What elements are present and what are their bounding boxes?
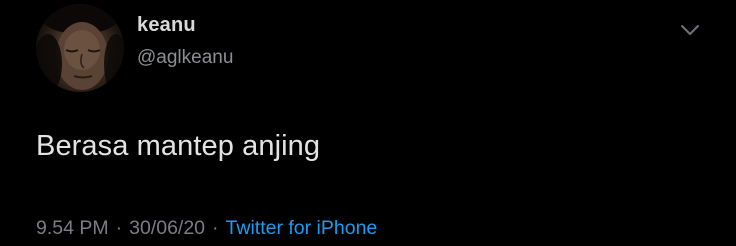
separator: · [115, 217, 123, 239]
avatar[interactable] [36, 4, 124, 92]
chevron-down-icon[interactable] [676, 18, 704, 42]
avatar-image [36, 4, 124, 92]
tweet-date[interactable]: 30/06/20 [129, 217, 205, 239]
separator: · [212, 217, 219, 239]
tweet-metadata: 9.54 PM · 30/06/20 · Twitter for iPhone [36, 217, 377, 240]
display-name[interactable]: keanu [137, 14, 196, 37]
tweet-card: keanu @aglkeanu Berasa mantep anjing 9.5… [0, 0, 736, 246]
tweet-time[interactable]: 9.54 PM [36, 217, 109, 239]
tweet-source-link[interactable]: Twitter for iPhone [226, 217, 378, 239]
tweet-text: Berasa mantep anjing [36, 130, 321, 162]
username-handle[interactable]: @aglkeanu [137, 47, 233, 69]
